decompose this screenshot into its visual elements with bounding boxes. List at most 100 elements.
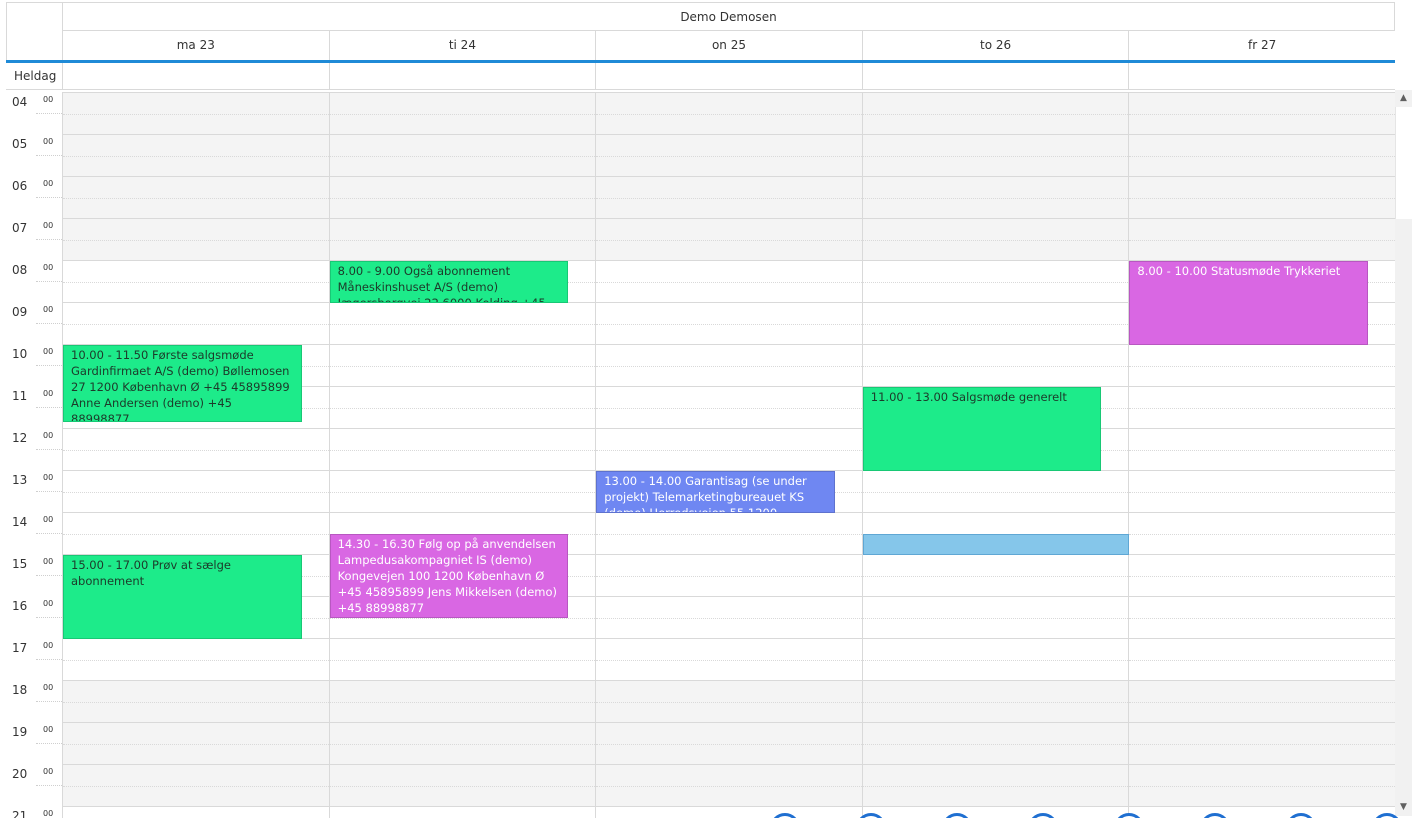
time-slot[interactable] — [1128, 554, 1395, 596]
time-slot[interactable] — [861, 554, 1129, 596]
time-slot[interactable] — [62, 92, 329, 134]
day-header[interactable]: ma 23 — [62, 31, 329, 60]
day-header[interactable]: on 25 — [595, 31, 862, 60]
time-slot[interactable] — [1128, 134, 1395, 176]
time-slot[interactable] — [595, 428, 862, 470]
scroll-down-icon[interactable]: ▼ — [1395, 799, 1412, 816]
calendar-event[interactable]: 14.30 - 16.30 Følg op på anvendelsen Lam… — [329, 534, 569, 618]
calendar-event[interactable]: 15.00 - 17.00 Prøv at sælge abonnement — [63, 555, 302, 639]
time-slot[interactable] — [595, 722, 862, 764]
calendar-event[interactable]: 13.00 - 14.00 Garantisag (se under proje… — [596, 471, 835, 513]
time-slot[interactable] — [595, 596, 862, 638]
time-slot[interactable] — [595, 302, 862, 344]
time-slot[interactable] — [595, 386, 862, 428]
time-slot[interactable] — [62, 176, 329, 218]
time-slot[interactable] — [1128, 428, 1395, 470]
time-slot[interactable] — [328, 134, 596, 176]
time-slot[interactable] — [62, 638, 329, 680]
time-slot[interactable] — [595, 344, 862, 386]
time-slot[interactable] — [861, 596, 1129, 638]
half-hour-marker — [36, 113, 62, 114]
time-slot[interactable] — [861, 260, 1129, 302]
calendar-event[interactable]: 11.00 - 13.00 Salgsmøde generelt — [862, 387, 1102, 471]
time-slot[interactable] — [328, 176, 596, 218]
time-slot[interactable] — [1128, 806, 1395, 818]
time-slot[interactable] — [328, 806, 596, 818]
time-slot[interactable] — [62, 260, 329, 302]
time-slot[interactable] — [861, 680, 1129, 722]
all-day-cell[interactable] — [62, 63, 329, 90]
time-slot[interactable] — [861, 764, 1129, 806]
calendar-event[interactable]: 8.00 - 10.00 Statusmøde Trykkeriet — [1129, 261, 1368, 345]
time-slot[interactable] — [62, 428, 329, 470]
time-grid[interactable]: 04 00 05 00 06 00 07 00 08 00 09 00 10 00 11 00 12 00 13 00… — [6, 92, 1395, 818]
time-slot[interactable] — [1128, 764, 1395, 806]
time-slot[interactable] — [62, 680, 329, 722]
time-slot[interactable] — [595, 134, 862, 176]
time-slot[interactable] — [595, 260, 862, 302]
time-slot[interactable] — [1128, 722, 1395, 764]
time-slot[interactable] — [861, 638, 1129, 680]
time-slot[interactable] — [328, 302, 596, 344]
time-slot[interactable] — [1128, 512, 1395, 554]
time-slot[interactable] — [62, 806, 329, 818]
time-slot[interactable] — [861, 722, 1129, 764]
all-day-cell[interactable] — [861, 63, 1129, 90]
time-slot[interactable] — [861, 176, 1129, 218]
time-slot[interactable] — [861, 134, 1129, 176]
time-slot[interactable] — [1128, 470, 1395, 512]
time-slot[interactable] — [861, 470, 1129, 512]
time-slot[interactable] — [595, 554, 862, 596]
time-slot[interactable] — [861, 344, 1129, 386]
time-slot[interactable] — [1128, 218, 1395, 260]
time-slot[interactable] — [861, 92, 1129, 134]
time-slot[interactable] — [1128, 176, 1395, 218]
day-header[interactable]: ti 24 — [328, 31, 596, 60]
calendar-event[interactable]: 10.00 - 11.50 Første salgsmøde Gardinfir… — [63, 345, 302, 422]
time-slot[interactable] — [861, 302, 1129, 344]
time-slot[interactable] — [328, 680, 596, 722]
all-day-cell[interactable] — [328, 63, 596, 90]
time-slot[interactable] — [62, 218, 329, 260]
time-slot[interactable] — [62, 302, 329, 344]
time-slot[interactable] — [595, 176, 862, 218]
time-slot[interactable] — [328, 638, 596, 680]
time-slot[interactable] — [328, 764, 596, 806]
scroll-up-icon[interactable]: ▲ — [1395, 90, 1412, 107]
time-slot[interactable] — [62, 134, 329, 176]
time-slot[interactable] — [1128, 386, 1395, 428]
time-slot[interactable] — [595, 806, 862, 818]
time-slot[interactable] — [595, 680, 862, 722]
calendar-event[interactable] — [862, 534, 1130, 555]
time-slot[interactable] — [861, 806, 1129, 818]
all-day-cell[interactable] — [1128, 63, 1395, 90]
time-slot[interactable] — [861, 218, 1129, 260]
time-slot[interactable] — [328, 92, 596, 134]
time-slot[interactable] — [328, 428, 596, 470]
time-slot[interactable] — [328, 470, 596, 512]
time-slot[interactable] — [62, 512, 329, 554]
time-slot[interactable] — [62, 722, 329, 764]
time-slot[interactable] — [62, 764, 329, 806]
time-slot[interactable] — [328, 722, 596, 764]
time-slot[interactable] — [1128, 596, 1395, 638]
time-slot[interactable] — [328, 344, 596, 386]
time-slot[interactable] — [595, 638, 862, 680]
time-slot[interactable] — [595, 92, 862, 134]
vertical-scrollbar[interactable]: ▲ ▼ — [1395, 90, 1412, 816]
day-header[interactable]: to 26 — [861, 31, 1129, 60]
time-slot[interactable] — [595, 512, 862, 554]
time-slot[interactable] — [595, 218, 862, 260]
scrollbar-track[interactable] — [1395, 107, 1412, 219]
calendar-event[interactable]: 8.00 - 9.00 Også abonnement Måneskinshus… — [329, 261, 569, 303]
time-slot[interactable] — [62, 470, 329, 512]
time-slot[interactable] — [595, 764, 862, 806]
time-slot[interactable] — [1128, 680, 1395, 722]
time-slot[interactable] — [328, 218, 596, 260]
time-slot[interactable] — [328, 386, 596, 428]
day-header[interactable]: fr 27 — [1128, 31, 1395, 60]
time-slot[interactable] — [1128, 92, 1395, 134]
time-slot[interactable] — [1128, 344, 1395, 386]
time-slot[interactable] — [1128, 638, 1395, 680]
all-day-cell[interactable] — [595, 63, 862, 90]
